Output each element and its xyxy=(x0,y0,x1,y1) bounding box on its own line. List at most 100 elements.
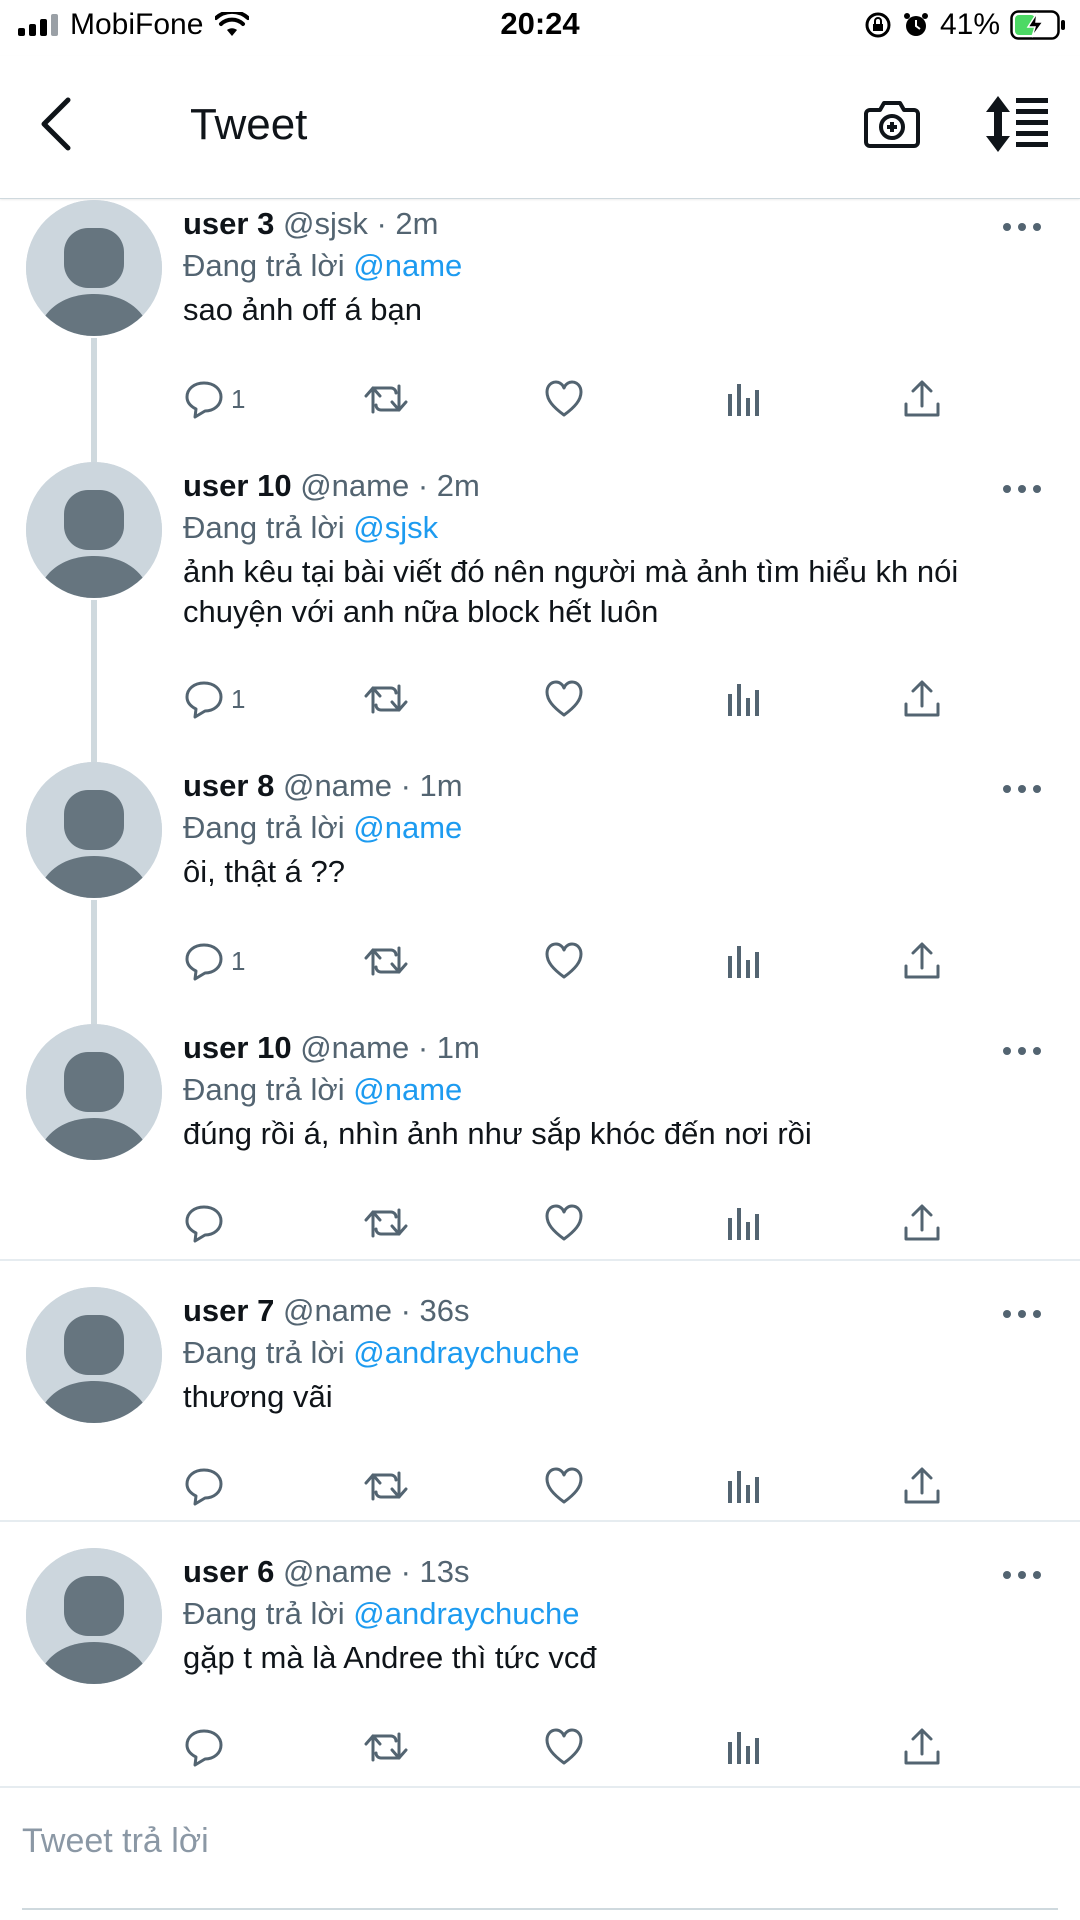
more-options-icon[interactable] xyxy=(1002,1568,1042,1582)
reply-button[interactable] xyxy=(183,1200,231,1246)
share-button[interactable] xyxy=(901,1724,943,1770)
tweet-text: ôi, thật á ?? xyxy=(183,854,346,889)
user-handle[interactable]: @name xyxy=(300,468,409,503)
analytics-button[interactable] xyxy=(723,1463,763,1509)
tweet-actions: 1 xyxy=(183,376,963,422)
like-icon xyxy=(545,1467,583,1504)
analytics-button[interactable] xyxy=(723,376,763,422)
tweet-actions xyxy=(183,1724,963,1770)
user-handle[interactable]: @name xyxy=(300,1030,409,1065)
more-options-icon[interactable] xyxy=(1002,782,1042,796)
user-name[interactable]: user 3 xyxy=(183,206,274,241)
mention-link[interactable]: @andraychuche xyxy=(353,1596,579,1631)
analytics-icon xyxy=(728,1208,759,1240)
reply-button[interactable] xyxy=(183,1463,231,1509)
reply-input[interactable]: Tweet trả lời xyxy=(22,1822,209,1861)
analytics-button[interactable] xyxy=(723,1200,763,1246)
retweet-button[interactable] xyxy=(363,376,409,422)
reply-prefix: Đang trả lời xyxy=(183,510,345,545)
like-button[interactable] xyxy=(543,1463,585,1509)
user-handle[interactable]: @sjsk xyxy=(283,206,368,241)
retweet-button[interactable] xyxy=(363,1724,409,1770)
user-name[interactable]: user 6 xyxy=(183,1554,274,1589)
more-options-icon[interactable] xyxy=(1002,1044,1042,1058)
more-options-icon[interactable] xyxy=(1002,220,1042,234)
camera-plus-icon[interactable] xyxy=(862,94,922,154)
reply-count: 1 xyxy=(231,683,246,714)
divider xyxy=(0,1259,1080,1261)
tweet-header: user 7 @name · 36s xyxy=(183,1293,470,1329)
tweet-time: · 13s xyxy=(400,1554,470,1589)
tweet-time: · 1m xyxy=(417,1030,480,1065)
like-button[interactable] xyxy=(543,676,585,722)
user-name[interactable]: user 10 xyxy=(183,468,292,503)
avatar[interactable] xyxy=(26,762,162,898)
avatar[interactable] xyxy=(26,1024,162,1160)
retweet-icon xyxy=(364,1471,408,1501)
like-button[interactable] xyxy=(543,938,585,984)
avatar[interactable] xyxy=(26,1287,162,1423)
retweet-icon xyxy=(364,384,408,414)
user-name[interactable]: user 7 xyxy=(183,1293,274,1328)
reply-count: 1 xyxy=(231,945,246,976)
like-button[interactable] xyxy=(543,1200,585,1246)
retweet-button[interactable] xyxy=(363,1463,409,1509)
more-options-icon[interactable] xyxy=(1002,482,1042,496)
avatar[interactable] xyxy=(26,1548,162,1684)
tweet-text: sao ảnh off á bạn xyxy=(183,292,423,327)
orientation-lock-icon xyxy=(865,12,891,38)
reply-button[interactable] xyxy=(183,1724,231,1770)
mention-link[interactable]: @andraychuche xyxy=(353,1335,579,1370)
tweet-header: user 10 @name · 1m xyxy=(183,1030,480,1066)
retweet-button[interactable] xyxy=(363,676,409,722)
reply-button[interactable]: 1 xyxy=(183,676,245,722)
reply-icon xyxy=(185,681,223,719)
user-handle[interactable]: @name xyxy=(283,1293,392,1328)
back-arrow-icon[interactable] xyxy=(36,94,76,154)
user-handle[interactable]: @name xyxy=(283,1554,392,1589)
reply-composer[interactable]: Tweet trả lời xyxy=(0,1786,1080,1908)
battery-charging-icon xyxy=(1010,10,1065,40)
retweet-icon xyxy=(364,1208,408,1238)
user-name[interactable]: user 10 xyxy=(183,1030,292,1065)
like-button[interactable] xyxy=(543,1724,585,1770)
share-button[interactable] xyxy=(901,1463,943,1509)
more-options-icon[interactable] xyxy=(1002,1307,1042,1321)
like-icon xyxy=(545,380,583,417)
share-button[interactable] xyxy=(901,1200,943,1246)
analytics-icon xyxy=(728,1471,759,1503)
share-button[interactable] xyxy=(901,676,943,722)
composer-underline xyxy=(22,1908,1058,1910)
page-title: Tweet xyxy=(190,100,308,149)
like-icon xyxy=(545,1204,583,1241)
retweet-icon xyxy=(364,1732,408,1762)
user-handle[interactable]: @name xyxy=(283,768,392,803)
avatar[interactable] xyxy=(26,200,162,336)
mention-link[interactable]: @name xyxy=(353,248,462,283)
thread-line xyxy=(91,600,97,762)
mention-link[interactable]: @name xyxy=(353,1072,462,1107)
mention-link[interactable]: @name xyxy=(353,810,462,845)
retweet-button[interactable] xyxy=(363,938,409,984)
analytics-button[interactable] xyxy=(723,1724,763,1770)
like-button[interactable] xyxy=(543,376,585,422)
tweet-text: đúng rồi á, nhìn ảnh như sắp khóc đến nơ… xyxy=(183,1116,812,1151)
share-button[interactable] xyxy=(901,938,943,984)
share-button[interactable] xyxy=(901,376,943,422)
sort-icon[interactable] xyxy=(984,94,1050,154)
reply-count: 1 xyxy=(231,383,246,414)
user-name[interactable]: user 8 xyxy=(183,768,274,803)
top-nav-bar: Tweet xyxy=(0,56,1080,199)
reply-button[interactable]: 1 xyxy=(183,938,245,984)
retweet-button[interactable] xyxy=(363,1200,409,1246)
tweet-header: user 8 @name · 1m xyxy=(183,768,463,804)
divider xyxy=(0,1520,1080,1522)
reply-icon xyxy=(185,381,223,419)
tweet-header: user 3 @sjsk · 2m xyxy=(183,206,438,242)
reply-button[interactable]: 1 xyxy=(183,376,245,422)
avatar[interactable] xyxy=(26,462,162,598)
mention-link[interactable]: @sjsk xyxy=(353,510,438,545)
analytics-button[interactable] xyxy=(723,676,763,722)
reply-icon xyxy=(185,1468,223,1506)
analytics-button[interactable] xyxy=(723,938,763,984)
